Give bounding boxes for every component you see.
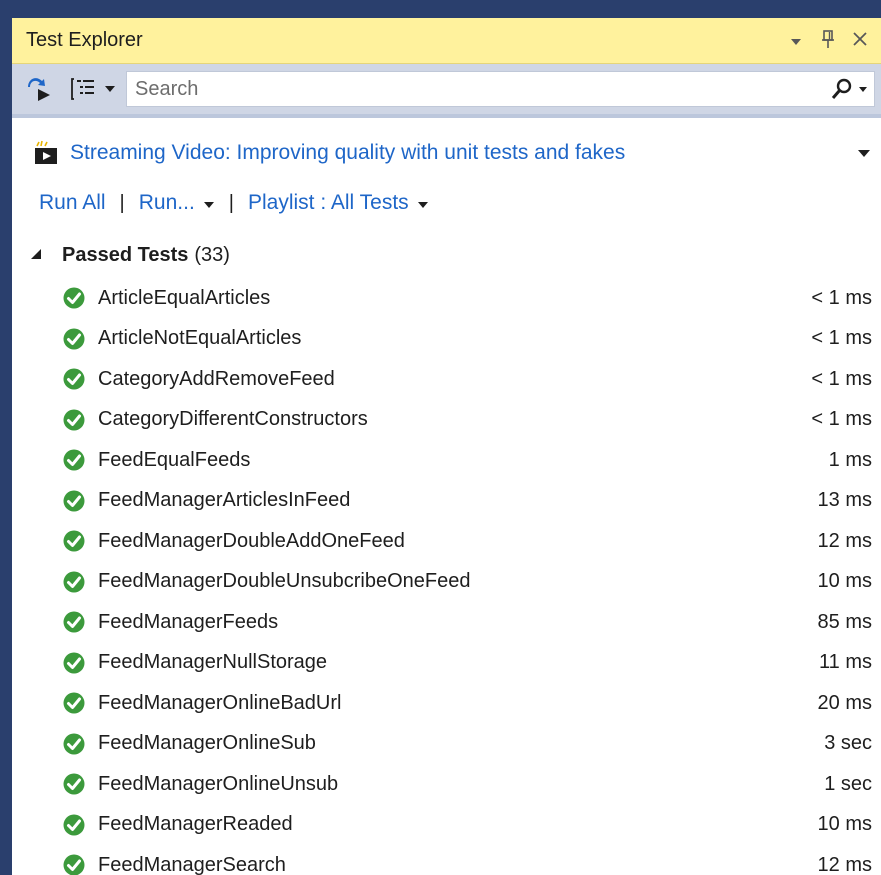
search-input[interactable] [127, 73, 830, 105]
passed-check-icon [63, 733, 85, 754]
search-icon[interactable] [830, 77, 854, 101]
collapse-triangle-icon[interactable] [30, 248, 42, 263]
test-duration: 13 ms [817, 489, 872, 512]
passed-check-icon [63, 328, 85, 349]
test-explorer-content: Streaming Video: Improving quality with … [12, 118, 881, 875]
test-row[interactable]: FeedManagerOnlineSub 3 sec [12, 724, 881, 765]
test-name: FeedManagerSearch [98, 853, 286, 875]
test-row[interactable]: ArticleEqualArticles < 1 ms [12, 278, 881, 319]
test-duration: 12 ms [817, 853, 872, 875]
window-title: Test Explorer [26, 29, 143, 51]
test-duration: 10 ms [817, 570, 872, 593]
chevron-down-icon[interactable] [417, 198, 429, 212]
title-bar: Test Explorer [12, 18, 881, 64]
test-duration: 11 ms [819, 651, 872, 674]
test-row[interactable]: FeedManagerArticlesInFeed 13 ms [12, 481, 881, 522]
test-row[interactable]: FeedManagerNullStorage 11 ms [12, 643, 881, 684]
search-box[interactable] [126, 71, 875, 107]
video-banner: Streaming Video: Improving quality with … [34, 138, 874, 168]
passed-check-icon [63, 692, 85, 714]
test-duration: < 1 ms [811, 327, 872, 350]
test-list: ArticleEqualArticles < 1 ms ArticleNotEqua… [12, 278, 881, 875]
test-name: CategoryDifferentConstructors [98, 408, 368, 431]
window-position-dropdown-icon[interactable] [787, 32, 805, 50]
passed-check-icon [63, 530, 85, 552]
playlist-dropdown[interactable]: Playlist : All Tests [248, 191, 429, 215]
run-tests-after-build-button[interactable] [26, 72, 54, 106]
test-duration: 85 ms [817, 610, 872, 633]
test-name: FeedManagerOnlineUnsub [98, 772, 339, 795]
test-duration: 10 ms [817, 813, 872, 836]
test-name: FeedEqualFeeds [98, 448, 251, 471]
window-frame: Test Explorer Search Streaming Video: Im… [0, 0, 881, 875]
streaming-video-link[interactable]: Streaming Video: Improving quality with … [70, 141, 854, 165]
test-name: FeedManagerOnlineBadUrl [98, 691, 342, 714]
test-name: ArticleNotEqualArticles [98, 327, 302, 350]
passed-check-icon [63, 571, 85, 592]
test-name: FeedManagerDoubleUnsubcribeOneFeed [98, 570, 471, 593]
group-by-icon [71, 78, 94, 100]
playlist-link[interactable]: Playlist : All Tests [248, 191, 409, 214]
test-duration: < 1 ms [811, 408, 872, 431]
chevron-down-icon[interactable] [203, 198, 215, 212]
passed-check-icon [63, 287, 85, 309]
test-row[interactable]: FeedManagerOnlineBadUrl 20 ms [12, 683, 881, 724]
chevron-down-icon[interactable] [858, 86, 868, 93]
separator: | [228, 191, 234, 214]
test-row[interactable]: CategoryDifferentConstructors < 1 ms [12, 400, 881, 441]
test-name: FeedManagerDoubleAddOneFeed [98, 529, 405, 552]
test-name: FeedManagerArticlesInFeed [98, 489, 351, 512]
test-name: ArticleEqualArticles [98, 286, 271, 309]
test-duration: 1 ms [828, 448, 872, 471]
passed-check-icon [63, 449, 85, 471]
toolbar [12, 64, 881, 118]
passed-tests-group-header[interactable]: Passed Tests (33) [30, 240, 230, 270]
passed-check-icon [63, 368, 85, 390]
test-duration: < 1 ms [811, 286, 872, 309]
test-duration: 3 sec [824, 732, 872, 755]
test-row[interactable]: FeedEqualFeeds 1 ms [12, 440, 881, 481]
video-icon [35, 140, 57, 164]
run-after-build-icon [28, 78, 50, 101]
test-duration: < 1 ms [811, 367, 872, 390]
test-row[interactable]: CategoryAddRemoveFeed < 1 ms [12, 359, 881, 400]
separator: | [119, 191, 125, 214]
command-bar: Run All | Run... | Playlist : All Tests [39, 188, 429, 218]
test-name: FeedManagerNullStorage [98, 651, 328, 674]
passed-check-icon [63, 652, 85, 673]
test-row[interactable]: FeedManagerOnlineUnsub 1 sec [12, 764, 881, 805]
test-duration: 1 sec [824, 772, 872, 795]
passed-check-icon [63, 490, 85, 511]
test-row[interactable]: FeedManagerDoubleAddOneFeed 12 ms [12, 521, 881, 562]
test-row[interactable]: FeedManagerReaded 10 ms [12, 805, 881, 846]
test-row[interactable]: FeedManagerSearch 12 ms [12, 845, 881, 875]
passed-check-icon [63, 854, 85, 875]
search-tools[interactable] [830, 77, 874, 101]
group-by-button[interactable] [70, 72, 116, 106]
group-name: Passed Tests [62, 243, 189, 266]
test-row[interactable]: FeedManagerDoubleUnsubcribeOneFeed 10 ms [12, 562, 881, 603]
test-duration: 12 ms [817, 529, 872, 552]
test-name: FeedManagerFeeds [98, 610, 279, 633]
test-name: FeedManagerOnlineSub [98, 732, 316, 755]
test-name: FeedManagerReaded [98, 813, 293, 836]
chevron-down-icon [105, 86, 115, 92]
test-duration: 20 ms [817, 691, 872, 714]
passed-check-icon [63, 611, 85, 633]
passed-check-icon [63, 409, 85, 430]
test-name: CategoryAddRemoveFeed [98, 367, 335, 390]
chevron-down-icon[interactable] [854, 146, 874, 161]
test-explorer-panel: Test Explorer Search Streaming Video: Im… [12, 18, 881, 875]
title-bar-controls [787, 29, 881, 52]
run-all-link[interactable]: Run All [39, 191, 106, 215]
run-link[interactable]: Run... [139, 191, 195, 214]
passed-check-icon [63, 773, 85, 795]
pin-icon[interactable] [819, 29, 837, 52]
test-row[interactable]: ArticleNotEqualArticles < 1 ms [12, 319, 881, 360]
close-icon[interactable] [851, 31, 869, 50]
run-dropdown[interactable]: Run... [139, 191, 215, 215]
test-row[interactable]: FeedManagerFeeds 85 ms [12, 602, 881, 643]
passed-check-icon [63, 814, 85, 835]
group-count: (33) [194, 243, 230, 266]
